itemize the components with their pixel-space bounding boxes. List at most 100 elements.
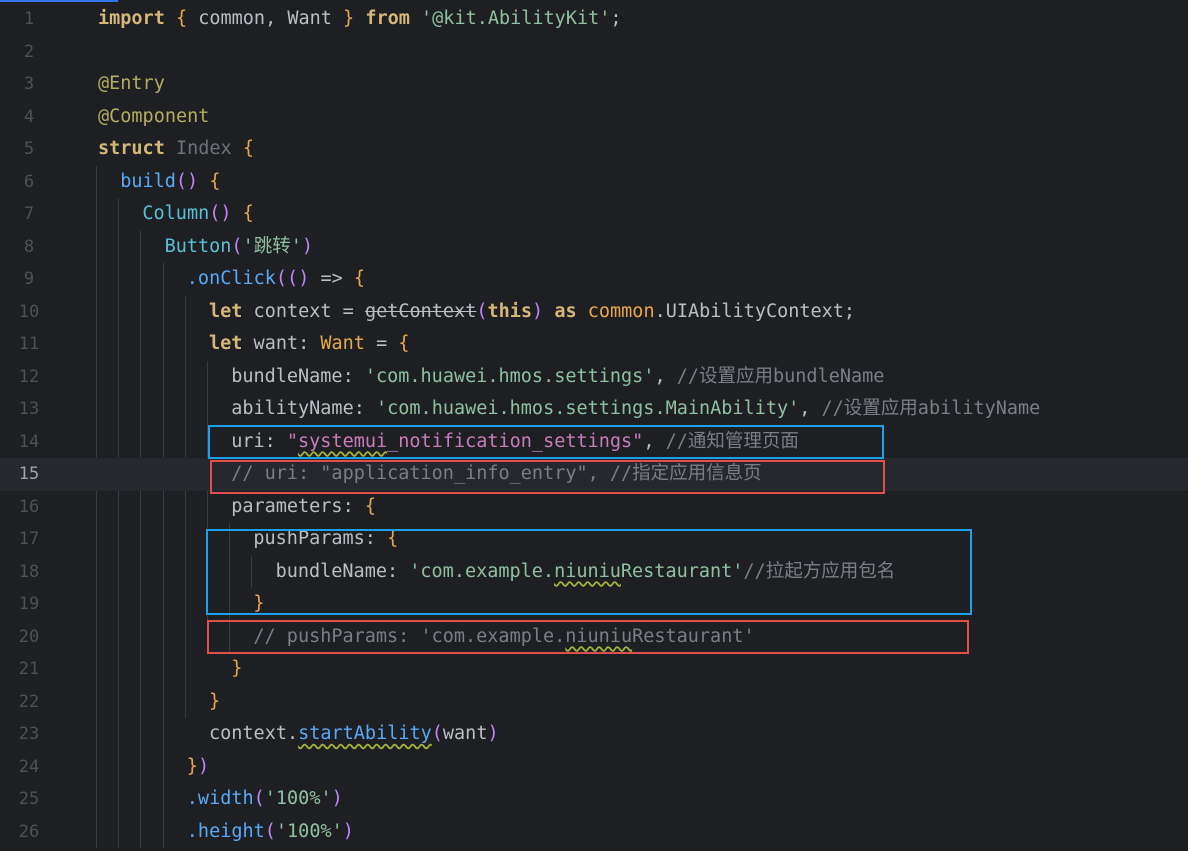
- code-token: '跳转': [242, 235, 302, 257]
- line-number: 20: [18, 626, 40, 647]
- code-token: Column: [142, 203, 210, 224]
- code-token: {: [398, 333, 410, 354]
- code-text[interactable]: parameters: {: [231, 491, 376, 524]
- code-editor[interactable]: 1 import { common, Want } from '@kit.Abil…: [0, 0, 1188, 851]
- line-number: 6: [23, 171, 35, 192]
- code-line[interactable]: 23 context.startAbility(want): [0, 718, 1188, 751]
- code-text[interactable]: build() {: [120, 166, 220, 199]
- code-token: 'com.huawei.hmos.settings': [364, 365, 655, 387]
- code-token: ): [532, 300, 544, 322]
- code-line[interactable]: 3 @Entry: [0, 68, 1188, 101]
- line-number: 16: [18, 496, 40, 517]
- code-line[interactable]: 5 struct Index {: [0, 133, 1188, 166]
- code-text[interactable]: abilityName: 'com.huawei.hmos.settings.M…: [231, 393, 1040, 426]
- active-tab-indicator: [0, 0, 118, 2]
- code-line[interactable]: 4 @Component: [0, 101, 1188, 134]
- code-text[interactable]: context.startAbility(want): [209, 718, 499, 751]
- code-token: import: [98, 8, 165, 29]
- code-text[interactable]: .width('100%'): [187, 783, 343, 816]
- line-number: 24: [18, 756, 40, 777]
- code-token: }: [343, 8, 355, 29]
- code-token: {: [242, 138, 254, 159]
- code-text[interactable]: Button('跳转'): [165, 231, 313, 264]
- code-text[interactable]: }: [209, 686, 220, 719]
- code-token: want: [442, 723, 488, 744]
- code-line[interactable]: 26 .height('100%'): [0, 816, 1188, 849]
- code-token: {: [353, 268, 366, 289]
- code-token: (): [209, 203, 232, 224]
- line-number: 5: [23, 139, 35, 159]
- line-number: 19: [18, 594, 40, 614]
- code-token: {: [364, 495, 376, 517]
- code-token: }: [231, 658, 243, 679]
- code-token: (: [431, 723, 443, 744]
- code-token: Button: [164, 235, 232, 257]
- code-token: struct: [98, 138, 165, 159]
- code-token: as: [554, 300, 577, 322]
- line-number: 1: [23, 9, 35, 29]
- code-line[interactable]: 6 build() {: [0, 166, 1188, 199]
- code-line[interactable]: 21}: [0, 653, 1188, 686]
- code-line[interactable]: 24}): [0, 751, 1188, 784]
- code-line[interactable]: 13 abilityName: 'com.huawei.hmos.settings…: [0, 393, 1188, 426]
- code-text[interactable]: let want: Want = {: [209, 328, 410, 361]
- code-token: '@kit.AbilityKit': [421, 8, 611, 29]
- code-token: :: [342, 495, 365, 517]
- code-token: (: [231, 235, 243, 257]
- code-text[interactable]: struct Index {: [98, 133, 254, 166]
- code-token: (: [264, 820, 276, 842]
- code-line[interactable]: 10 let context = getContext(this) as comm…: [0, 296, 1188, 329]
- line-number: 12: [18, 366, 40, 387]
- code-text[interactable]: bundleName: 'com.huawei.hmos.settings', …: [231, 361, 884, 394]
- code-token: '100%': [264, 788, 332, 809]
- code-line[interactable]: 11 let want: Want = {: [0, 328, 1188, 361]
- code-token: let: [209, 333, 243, 354]
- code-line[interactable]: 22}: [0, 686, 1188, 719]
- line-number: 14: [18, 431, 40, 452]
- code-token: {: [175, 8, 188, 29]
- code-line[interactable]: 9 .onClick(() => {: [0, 263, 1188, 296]
- code-text[interactable]: .height('100%'): [187, 816, 354, 849]
- line-number: 11: [18, 334, 40, 354]
- code-line[interactable]: 2: [0, 36, 1188, 69]
- code-text[interactable]: import { common, Want } from '@kit.Abili…: [98, 3, 622, 36]
- line-number: 21: [18, 659, 40, 679]
- code-line[interactable]: 1 import { common, Want } from '@kit.Abil…: [0, 3, 1188, 36]
- code-line[interactable]: 16 parameters: {: [0, 491, 1188, 524]
- code-token: context.: [209, 723, 299, 744]
- code-token: Want: [320, 333, 365, 354]
- commented-uri-box: [210, 460, 885, 494]
- code-text[interactable]: .onClick(() => {: [187, 263, 365, 296]
- code-token: want:: [242, 333, 321, 354]
- code-token: context =: [242, 300, 365, 322]
- code-text[interactable]: Column() {: [142, 198, 253, 231]
- code-text[interactable]: @Component: [98, 101, 209, 134]
- code-token: @Component: [98, 105, 210, 127]
- code-text[interactable]: @Entry: [98, 68, 165, 101]
- code-token: ): [298, 268, 310, 289]
- code-token: ,: [799, 398, 822, 419]
- code-line[interactable]: 25 .width('100%'): [0, 783, 1188, 816]
- code-token: :: [353, 398, 376, 419]
- code-token: {: [242, 203, 254, 224]
- code-text[interactable]: let context = getContext(this) as common…: [209, 296, 855, 329]
- code-line[interactable]: 8 Button('跳转'): [0, 231, 1188, 264]
- code-text[interactable]: }): [187, 751, 209, 784]
- code-token: common: [587, 300, 655, 322]
- commented-push-params-box: [207, 620, 969, 654]
- code-token: ): [342, 820, 354, 842]
- code-token: abilityName: [231, 398, 354, 419]
- code-line[interactable]: 12 bundleName: 'com.huawei.hmos.settings'…: [0, 361, 1188, 394]
- code-text[interactable]: }: [231, 653, 242, 686]
- code-token: :: [342, 365, 365, 387]
- code-token: ;: [610, 8, 622, 29]
- code-line[interactable]: 7 Column() {: [0, 198, 1188, 231]
- code-token: bundleName: [231, 365, 343, 387]
- line-number: 22: [18, 691, 40, 712]
- code-token: (: [253, 788, 265, 809]
- line-number: 25: [18, 789, 40, 809]
- line-number: 9: [23, 269, 35, 289]
